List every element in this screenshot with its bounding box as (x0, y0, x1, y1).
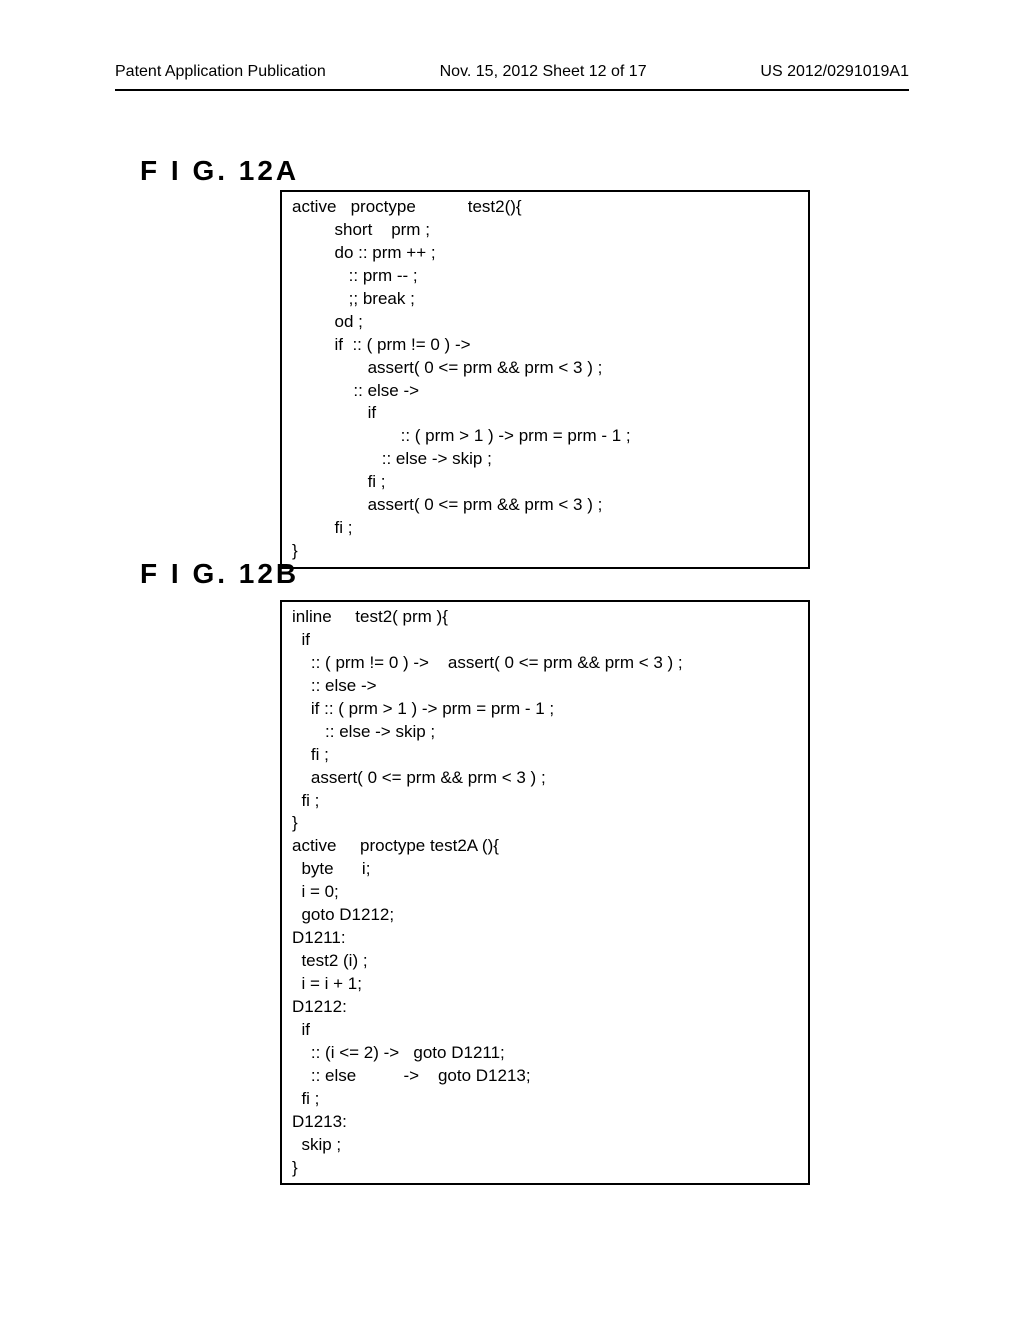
code-box-12b: inline test2( prm ){ if :: ( prm != 0 ) … (280, 600, 810, 1185)
page-header: Patent Application Publication Nov. 15, … (115, 0, 909, 91)
figure-12b-label: F I G. 12B (140, 558, 299, 590)
figure-12a-label: F I G. 12A (140, 155, 299, 187)
code-box-12a: active proctype test2(){ short prm ; do … (280, 190, 810, 569)
header-right: US 2012/0291019A1 (760, 63, 909, 81)
header-left: Patent Application Publication (115, 63, 326, 81)
header-center: Nov. 15, 2012 Sheet 12 of 17 (440, 63, 647, 81)
